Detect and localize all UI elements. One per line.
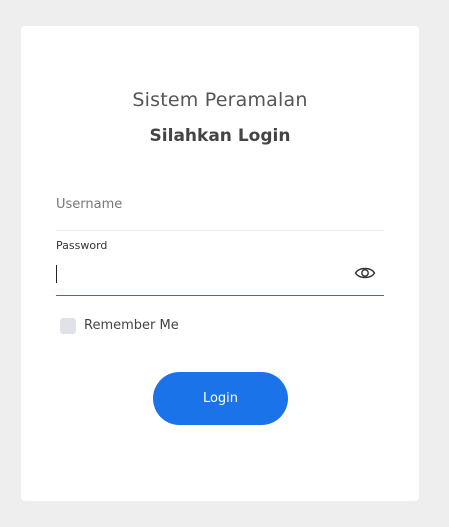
remember-label[interactable]: Remember Me [84,318,179,333]
app-title: Sistem Peramalan [132,89,308,111]
password-field[interactable] [56,257,384,296]
login-button[interactable]: Login [153,372,288,425]
text-caret [56,265,57,283]
remember-checkbox[interactable] [60,318,76,334]
password-label: Password [56,239,108,252]
username-placeholder: Username [56,197,123,212]
login-heading: Silahkan Login [149,126,291,146]
login-card: Sistem Peramalan Silahkan Login Username… [21,26,419,501]
username-field[interactable]: Username [56,194,384,231]
eye-icon[interactable] [354,265,376,281]
